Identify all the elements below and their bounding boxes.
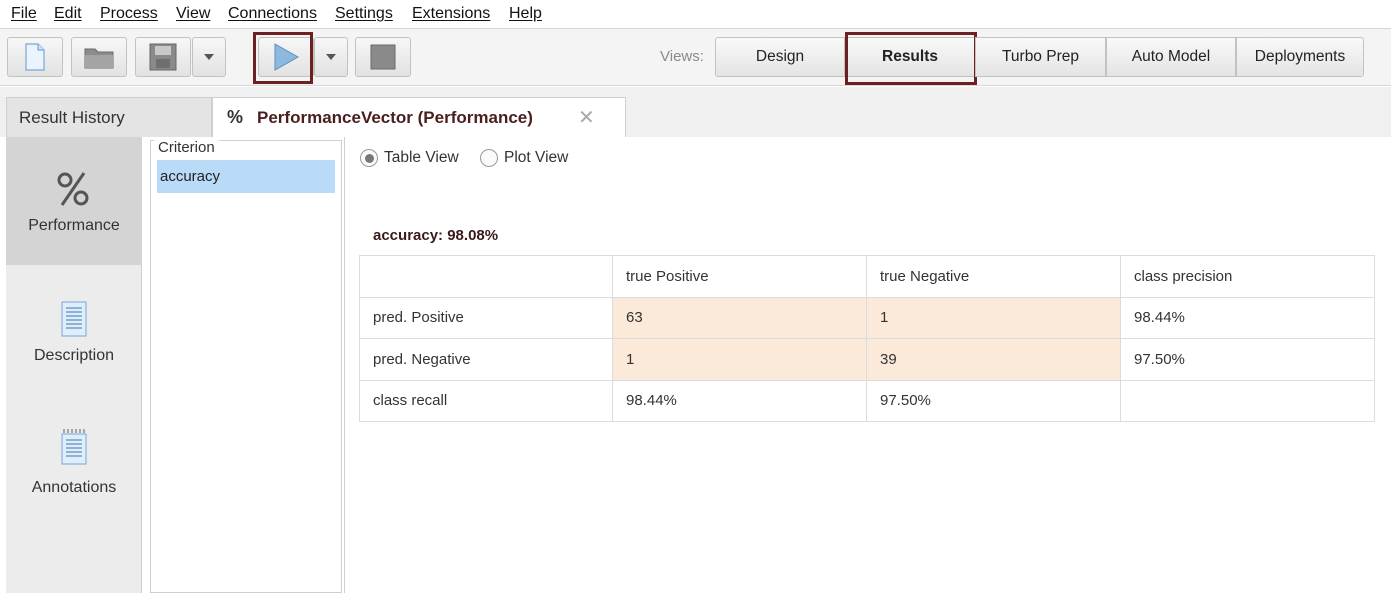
percent-icon: %: [227, 107, 244, 127]
save-icon: [149, 43, 177, 71]
document-icon: [61, 301, 87, 337]
new-process-icon: [25, 43, 45, 71]
table-row: pred. Positive 63 1 98.44%: [359, 296, 1375, 339]
menu-file[interactable]: File: [11, 5, 37, 23]
value-cell: 1: [866, 296, 1121, 339]
sidebar-item-annotations[interactable]: Annotations: [6, 393, 142, 521]
menu-bar: File Edit Process View Connections Setti…: [0, 0, 1391, 28]
value-cell: 98.44%: [1120, 296, 1375, 339]
table-view-radio[interactable]: Table View: [360, 149, 459, 167]
header-cell: [359, 255, 613, 298]
view-auto-model-button[interactable]: Auto Model: [1106, 37, 1236, 77]
close-tab-icon[interactable]: ✕: [578, 105, 595, 130]
radio-circle: [480, 149, 498, 167]
tab-performance-vector[interactable]: % PerformanceVector (Performance): [212, 97, 626, 137]
value-cell: 97.50%: [1120, 338, 1375, 381]
criterion-panel: [150, 140, 342, 593]
row-label-cell: class recall: [359, 379, 613, 422]
new-process-button[interactable]: [7, 37, 63, 77]
table-row: class recall 98.44% 97.50%: [359, 379, 1375, 422]
sidebar-item-description[interactable]: Description: [6, 265, 142, 393]
radio-label: Table View: [384, 149, 459, 166]
menu-extensions[interactable]: Extensions: [412, 5, 490, 23]
menu-connections[interactable]: Connections: [228, 5, 317, 23]
table-header-row: true Positive true Negative class precis…: [359, 255, 1375, 298]
value-cell: 97.50%: [866, 379, 1121, 422]
menu-help[interactable]: Help: [509, 5, 542, 23]
plot-view-radio[interactable]: Plot View: [480, 149, 568, 167]
menu-edit[interactable]: Edit: [54, 5, 82, 23]
toolbar: Views: Design Results Turbo Prep Auto Mo…: [0, 28, 1391, 86]
tab-label: Result History: [19, 107, 125, 127]
header-cell: class precision: [1120, 255, 1375, 298]
value-cell: 98.44%: [612, 379, 867, 422]
row-label-cell: pred. Negative: [359, 338, 613, 381]
sidebar-item-label: Performance: [28, 217, 120, 234]
menu-settings[interactable]: Settings: [335, 5, 393, 23]
sidebar-item-label: Description: [33, 347, 115, 364]
radio-circle: [360, 149, 378, 167]
tab-result-history[interactable]: Result History: [6, 97, 212, 137]
percent-icon: [57, 172, 89, 206]
confusion-matrix-table: true Positive true Negative class precis…: [359, 255, 1375, 422]
stop-process-button[interactable]: [355, 37, 411, 77]
menu-process[interactable]: Process: [100, 5, 158, 23]
value-cell: 39: [866, 338, 1121, 381]
chevron-down-icon: [326, 54, 336, 60]
view-turbo-prep-button[interactable]: Turbo Prep: [975, 37, 1106, 77]
value-cell: 63: [612, 296, 867, 339]
sidebar-item-performance[interactable]: Performance: [6, 137, 142, 265]
row-label-cell: pred. Positive: [359, 296, 613, 339]
stop-icon: [370, 44, 396, 70]
table-row: pred. Negative 1 39 97.50%: [359, 338, 1375, 381]
run-highlight-box: [253, 32, 313, 84]
criterion-item-accuracy[interactable]: accuracy: [157, 160, 335, 193]
result-tab-bar: Result History % PerformanceVector (Perf…: [0, 87, 1391, 137]
sidebar-item-label: Annotations: [31, 479, 117, 496]
open-folder-icon: [84, 48, 114, 69]
accuracy-title: accuracy: 98.08%: [373, 227, 499, 244]
views-label: Views:: [660, 48, 704, 65]
criterion-legend: Criterion: [154, 139, 219, 156]
tab-label: PerformanceVector (Performance): [257, 107, 533, 127]
view-design-button[interactable]: Design: [715, 37, 845, 77]
chevron-down-icon: [204, 54, 214, 60]
value-cell: 1: [612, 338, 867, 381]
value-cell: [1120, 379, 1375, 422]
save-process-button[interactable]: [135, 37, 191, 77]
view-deployments-button[interactable]: Deployments: [1236, 37, 1364, 77]
menu-view[interactable]: View: [176, 5, 210, 23]
open-process-button[interactable]: [71, 37, 127, 77]
radio-label: Plot View: [504, 149, 569, 166]
notes-icon: [61, 429, 87, 465]
result-view-sidebar: Performance Description Annotations: [6, 137, 142, 593]
radio-selected-dot: [364, 153, 374, 163]
header-cell: true Positive: [612, 255, 867, 298]
header-cell: true Negative: [866, 255, 1121, 298]
results-highlight-box: [845, 32, 977, 85]
run-options-dropdown[interactable]: [314, 37, 348, 77]
save-options-dropdown[interactable]: [192, 37, 226, 77]
